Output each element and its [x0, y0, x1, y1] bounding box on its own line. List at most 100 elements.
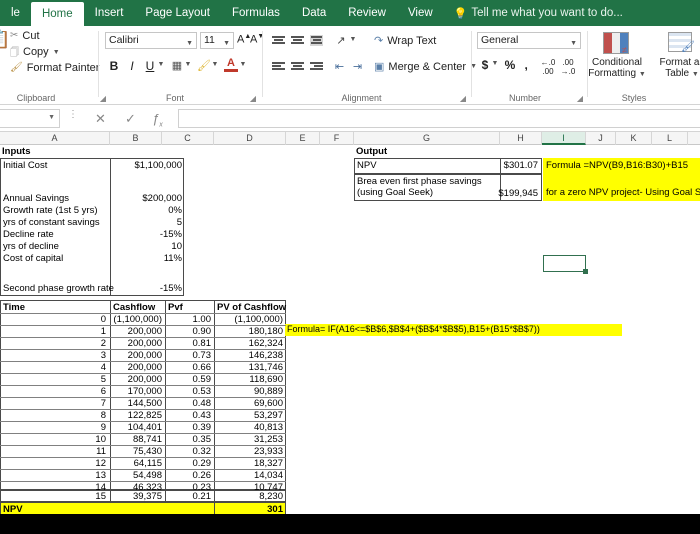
align-right-button[interactable] [310, 62, 323, 73]
font-size-combo[interactable]: 11 ▼ [200, 32, 234, 49]
column-header-d[interactable]: D [214, 132, 286, 145]
column-header-j[interactable]: J [586, 132, 616, 145]
align-center-button[interactable] [291, 62, 304, 73]
inputs-value-4: 0% [168, 205, 182, 216]
scissors-icon: ✂ [10, 30, 19, 41]
wrap-text-button[interactable]: ↷ Wrap Text [374, 34, 436, 48]
formula-bar-grip[interactable]: ⋮ [68, 110, 78, 120]
conditional-formatting-button[interactable]: Conditional Formatting ▼ [584, 57, 650, 80]
column-header-i[interactable]: I [542, 132, 586, 145]
alignment-dialog-launcher-icon[interactable]: ◢ [460, 94, 466, 103]
increase-indent-icon[interactable]: ⇥ [350, 60, 365, 73]
align-left-button[interactable] [272, 62, 285, 73]
inputs-label-11: Second phase growth rate [3, 283, 114, 294]
underline-button[interactable]: U [144, 59, 156, 73]
tab-home[interactable]: Home [30, 2, 84, 26]
merge-center-button[interactable]: ▣ Merge & Center ▼ [374, 60, 477, 74]
percent-format-button[interactable]: % [503, 58, 517, 72]
tab-insert[interactable]: Insert [84, 0, 135, 26]
italic-button[interactable]: I [126, 59, 138, 73]
tab-review[interactable]: Review [337, 0, 397, 26]
group-number: General ▼ $ ▼ % , ←.0.00 .00 →.0 Number ◢ [473, 26, 585, 105]
cut-button[interactable]: ✂ Cut [10, 30, 40, 42]
copy-chevron-down-icon[interactable]: ▼ [53, 49, 60, 56]
column-header-g[interactable]: G [354, 132, 500, 145]
cell-time-2: 2 [100, 338, 106, 349]
accounting-format-button[interactable]: $ [479, 58, 491, 72]
inputs-value-3: $200,000 [142, 193, 182, 204]
formula-input[interactable] [178, 109, 700, 128]
tab-formulas[interactable]: Formulas [221, 0, 291, 26]
cell-cashflow-13: 54,498 [132, 470, 162, 481]
worksheet-grid[interactable]: Inputs Initial Cost $1,100,000 Annual Sa… [0, 145, 700, 515]
output-label-0: NPV [357, 160, 377, 171]
format-painter-button[interactable]: 🖌 Format Painter [10, 62, 99, 74]
column-header-e[interactable]: E [286, 132, 320, 145]
tab-file[interactable]: le [0, 0, 31, 26]
font-name-chevron-down-icon[interactable]: ▼ [186, 36, 193, 51]
table-brush-icon: 🖌 [681, 41, 695, 53]
font-name-combo[interactable]: Calibri ▼ [105, 32, 197, 49]
column-header-c[interactable]: C [162, 132, 214, 145]
paste-icon[interactable]: 📋 [0, 30, 10, 48]
insert-function-icon[interactable]: ƒx [152, 111, 163, 129]
tab-view[interactable]: View [397, 0, 444, 26]
borders-icon[interactable]: ▦ [170, 59, 184, 72]
cell-time-12: 12 [95, 458, 106, 469]
orientation-icon[interactable]: ↗ [334, 34, 348, 47]
tell-me-box[interactable]: 💡 Tell me what you want to do... [444, 0, 623, 26]
name-box-chevron-down-icon[interactable]: ▼ [48, 114, 55, 121]
comma-format-button[interactable]: , [520, 58, 530, 72]
cell-pv-0: (1,100,000) [234, 314, 283, 325]
name-box[interactable]: ▼ [0, 109, 60, 128]
font-color-icon[interactable]: A [224, 57, 238, 69]
formula-bar: ▼ ⋮ ✕ ✓ ƒx [0, 105, 700, 132]
align-bottom-button[interactable] [310, 35, 323, 46]
cell-styles-button[interactable]: St [694, 57, 700, 68]
number-format-chevron-down-icon[interactable]: ▼ [570, 36, 577, 51]
tab-page-layout[interactable]: Page Layout [134, 0, 221, 26]
bold-button[interactable]: B [108, 59, 120, 73]
tab-data[interactable]: Data [291, 0, 337, 26]
column-header-h[interactable]: H [500, 132, 542, 145]
copy-icon: 🗍 [10, 46, 19, 57]
align-middle-button[interactable] [291, 36, 304, 47]
fill-color-chevron-down-icon[interactable]: ▼ [211, 61, 219, 68]
decrease-font-size-button[interactable]: A▼ [250, 33, 264, 46]
accounting-chevron-down-icon[interactable]: ▼ [491, 60, 499, 67]
cell-pvf-12: 0.29 [192, 458, 212, 469]
column-header-l[interactable]: L [652, 132, 688, 145]
underline-chevron-down-icon[interactable]: ▼ [157, 61, 165, 68]
borders-chevron-down-icon[interactable]: ▼ [184, 61, 192, 68]
enter-icon[interactable]: ✓ [125, 111, 136, 127]
increase-decimal-icon[interactable]: ←.0.00 [539, 58, 557, 76]
column-header-b[interactable]: B [110, 132, 162, 145]
number-format-combo[interactable]: General ▼ [477, 32, 581, 49]
orientation-chevron-down-icon[interactable]: ▼ [349, 36, 357, 43]
format-as-table-button[interactable]: Format as Table ▼ [649, 57, 700, 80]
decrease-decimal-icon[interactable]: .00 →.0 [559, 58, 577, 76]
active-cell-selection[interactable] [543, 255, 588, 274]
fill-color-icon[interactable]: 🖌 [197, 59, 211, 72]
align-top-button[interactable] [272, 36, 285, 47]
font-color-chevron-down-icon[interactable]: ▼ [239, 61, 247, 68]
increase-font-size-button[interactable]: A▲ [237, 33, 251, 46]
font-size-chevron-down-icon[interactable]: ▼ [223, 36, 230, 51]
conditional-formatting-chevron-down-icon: ▼ [638, 71, 646, 78]
column-header-a[interactable]: A [0, 132, 110, 145]
column-header-k[interactable]: K [616, 132, 652, 145]
cell-pvf-4: 0.66 [192, 362, 212, 373]
fill-handle[interactable] [583, 269, 588, 274]
cell-pvf-5: 0.59 [192, 374, 212, 385]
cashflow-formula-note-highlight: Formula= IF(A16<=$B$6,$B$4+($B$4*$B$5),B… [285, 324, 622, 336]
copy-button[interactable]: 🗍 Copy ▼ [10, 46, 60, 58]
cell-cashflow-7: 144,500 [127, 398, 162, 409]
cell-pvf-10: 0.35 [192, 434, 212, 445]
decrease-indent-icon[interactable]: ⇤ [332, 60, 347, 73]
cell-pv-15: 8,230 [259, 491, 283, 502]
divider-clipboard [98, 31, 99, 97]
column-header-f[interactable]: F [320, 132, 354, 145]
font-dialog-launcher-icon[interactable]: ◢ [250, 94, 256, 103]
cell-pv-10: 31,253 [253, 434, 283, 445]
cancel-icon[interactable]: ✕ [95, 111, 106, 127]
